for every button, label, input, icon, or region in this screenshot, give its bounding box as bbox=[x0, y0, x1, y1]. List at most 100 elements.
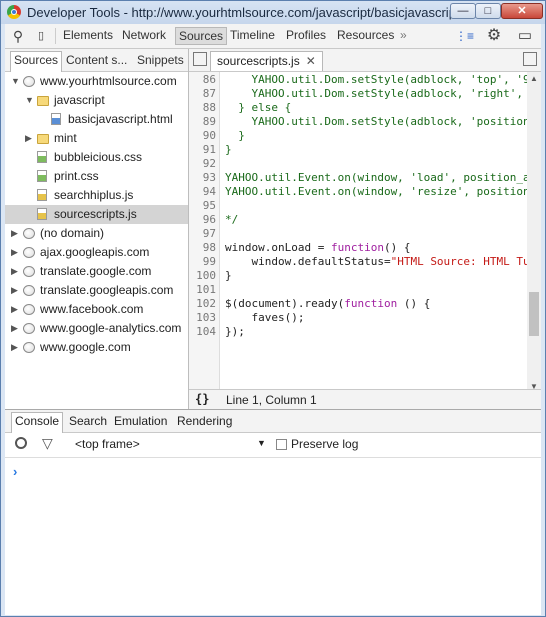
line-number: 94 bbox=[202, 185, 216, 198]
expand-arrow-right-icon[interactable]: ▶ bbox=[25, 129, 35, 148]
preserve-log-checkbox[interactable] bbox=[276, 439, 287, 450]
dock-side-icon[interactable]: ▭ bbox=[516, 27, 534, 45]
tree-item[interactable]: ▶ mint bbox=[5, 129, 188, 148]
tree-item[interactable]: print.css bbox=[5, 167, 188, 186]
code-segment: } bbox=[225, 143, 232, 156]
code-segment: } else { bbox=[225, 101, 292, 114]
tree-item[interactable]: ▶ translate.googleapis.com bbox=[5, 281, 188, 300]
expand-arrow-right-icon[interactable]: ▶ bbox=[11, 281, 21, 300]
code-text: window.defaultStatus="HTML Source: HTML … bbox=[225, 255, 527, 269]
expand-arrow-down-icon[interactable]: ▼ bbox=[25, 91, 35, 110]
code-text: } bbox=[225, 143, 232, 157]
editor-tab-sourcescripts[interactable]: sourcescripts.js ✕ bbox=[210, 51, 323, 71]
code-text: YAHOO.util.Dom.setStyle(adblock, 'positi… bbox=[225, 115, 527, 129]
code-editor[interactable]: 86 YAHOO.util.Dom.setStyle(adblock, 'top… bbox=[189, 72, 527, 394]
line-number: 95 bbox=[202, 199, 216, 212]
code-text: YAHOO.util.Dom.setStyle(adblock, 'top', … bbox=[225, 73, 527, 87]
code-line: 94 YAHOO.util.Event.on(window, 'resize', … bbox=[189, 185, 527, 199]
devtools-client: ⚲ ▯ Elements Network Sources Timeline Pr… bbox=[5, 24, 541, 615]
globe-icon bbox=[23, 266, 35, 277]
line-number: 90 bbox=[202, 129, 216, 142]
editor-tabs: sourcescripts.js ✕ bbox=[189, 49, 541, 72]
navigator-tabs: Sources Content s... Snippets bbox=[5, 49, 188, 72]
navigator-tab-snippets[interactable]: Snippets bbox=[137, 53, 184, 67]
code-line: 103 faves(); bbox=[189, 311, 527, 325]
navigator-tab-sources[interactable]: Sources bbox=[10, 51, 63, 72]
vertical-scrollbar[interactable]: ▲ ▼ bbox=[527, 72, 541, 394]
more-tabs-button[interactable]: » bbox=[400, 28, 407, 42]
tree-item[interactable]: ▶ www.google-analytics.com bbox=[5, 319, 188, 338]
frame-select[interactable]: <top frame> bbox=[75, 437, 140, 451]
tree-item[interactable]: ▶ ajax.googleapis.com bbox=[5, 243, 188, 262]
toggle-navigator-icon[interactable] bbox=[193, 52, 207, 66]
line-number: 99 bbox=[202, 255, 216, 268]
tab-elements[interactable]: Elements bbox=[63, 28, 113, 42]
navigator-tab-content-scripts[interactable]: Content s... bbox=[66, 53, 127, 67]
console-drawer-icon[interactable]: ⋮≡ bbox=[455, 27, 474, 45]
tab-resources[interactable]: Resources bbox=[337, 28, 394, 42]
clear-console-icon[interactable] bbox=[15, 437, 27, 449]
tree-item[interactable]: ▶ (no domain) bbox=[5, 224, 188, 243]
title-bar[interactable]: Developer Tools - http://www.yourhtmlsou… bbox=[1, 1, 545, 24]
code-line: 92 bbox=[189, 157, 527, 171]
inspect-search-icon[interactable]: ⚲ bbox=[9, 27, 27, 45]
drawer-tab-rendering[interactable]: Rendering bbox=[177, 414, 232, 428]
scroll-up-arrow-icon[interactable]: ▲ bbox=[530, 74, 538, 83]
code-text: } bbox=[225, 129, 245, 143]
code-segment: YAHOO.util.Dom.setStyle(adblock, 'top', … bbox=[225, 73, 527, 86]
line-number: 96 bbox=[202, 213, 216, 226]
code-segment: YAHOO.util.Dom.setStyle(adblock, 'positi… bbox=[225, 115, 527, 128]
tree-item[interactable]: ▼ javascript bbox=[5, 91, 188, 110]
drawer-tab-search[interactable]: Search bbox=[69, 414, 107, 428]
pretty-print-icon[interactable]: {} bbox=[195, 392, 209, 406]
expand-arrow-right-icon[interactable]: ▶ bbox=[11, 319, 21, 338]
drawer-tab-console[interactable]: Console bbox=[11, 412, 64, 433]
frame-select-arrow-icon[interactable]: ▼ bbox=[257, 438, 266, 448]
code-text: } bbox=[225, 269, 232, 283]
tree-item[interactable]: ▶ translate.google.com bbox=[5, 262, 188, 281]
globe-icon bbox=[23, 247, 35, 258]
js-file-icon bbox=[37, 189, 47, 201]
expand-arrow-right-icon[interactable]: ▶ bbox=[11, 262, 21, 281]
console-prompt[interactable]: › bbox=[13, 464, 17, 479]
css-file-icon bbox=[37, 170, 47, 182]
folder-icon bbox=[37, 134, 49, 144]
globe-icon bbox=[23, 285, 35, 296]
code-line: 93 YAHOO.util.Event.on(window, 'load', po… bbox=[189, 171, 527, 185]
filter-icon[interactable]: ▽ bbox=[42, 435, 53, 452]
expand-arrow-right-icon[interactable]: ▶ bbox=[11, 300, 21, 319]
tree-item[interactable]: ▼ www.yourhtmlsource.com bbox=[5, 72, 188, 91]
expand-arrow-right-icon[interactable]: ▶ bbox=[11, 243, 21, 262]
expand-arrow-right-icon[interactable]: ▶ bbox=[11, 224, 21, 243]
code-segment: } bbox=[225, 129, 245, 142]
tab-timeline[interactable]: Timeline bbox=[230, 28, 275, 42]
tree-item[interactable]: basicjavascript.html bbox=[5, 110, 188, 129]
line-number: 98 bbox=[202, 241, 216, 254]
tree-item[interactable]: ▶ www.google.com bbox=[5, 338, 188, 357]
close-button[interactable]: ✕ bbox=[501, 3, 543, 19]
tree-item-label: (no domain) bbox=[40, 226, 105, 240]
js-file-icon bbox=[37, 208, 47, 220]
tab-profiles[interactable]: Profiles bbox=[286, 28, 326, 42]
tree-item[interactable]: bubbleicious.css bbox=[5, 148, 188, 167]
console-drawer: Console Search Emulation Rendering ▽ <to… bbox=[5, 409, 541, 615]
device-mode-icon[interactable]: ▯ bbox=[32, 27, 50, 45]
tree-item[interactable]: searchhiplus.js bbox=[5, 186, 188, 205]
maximize-button[interactable]: □ bbox=[475, 3, 501, 19]
code-segment: YAHOO.util.Event.on(window, 'resize', po… bbox=[225, 185, 527, 198]
toggle-debugger-icon[interactable] bbox=[523, 52, 537, 66]
tree-item[interactable]: ▶ www.facebook.com bbox=[5, 300, 188, 319]
drawer-tab-emulation[interactable]: Emulation bbox=[114, 414, 167, 428]
tree-item[interactable]: sourcescripts.js bbox=[5, 205, 188, 224]
tab-sources[interactable]: Sources bbox=[175, 27, 228, 45]
code-segment: faves(); bbox=[225, 311, 305, 324]
settings-gear-icon[interactable]: ⚙ bbox=[485, 27, 503, 45]
globe-icon bbox=[23, 323, 35, 334]
vertical-scroll-thumb[interactable] bbox=[529, 292, 539, 336]
close-tab-icon[interactable]: ✕ bbox=[306, 54, 316, 68]
expand-arrow-down-icon[interactable]: ▼ bbox=[11, 72, 21, 91]
tree-item-label: translate.google.com bbox=[40, 264, 152, 278]
minimize-button[interactable]: — bbox=[450, 3, 476, 19]
tab-network[interactable]: Network bbox=[122, 28, 166, 42]
expand-arrow-right-icon[interactable]: ▶ bbox=[11, 338, 21, 357]
